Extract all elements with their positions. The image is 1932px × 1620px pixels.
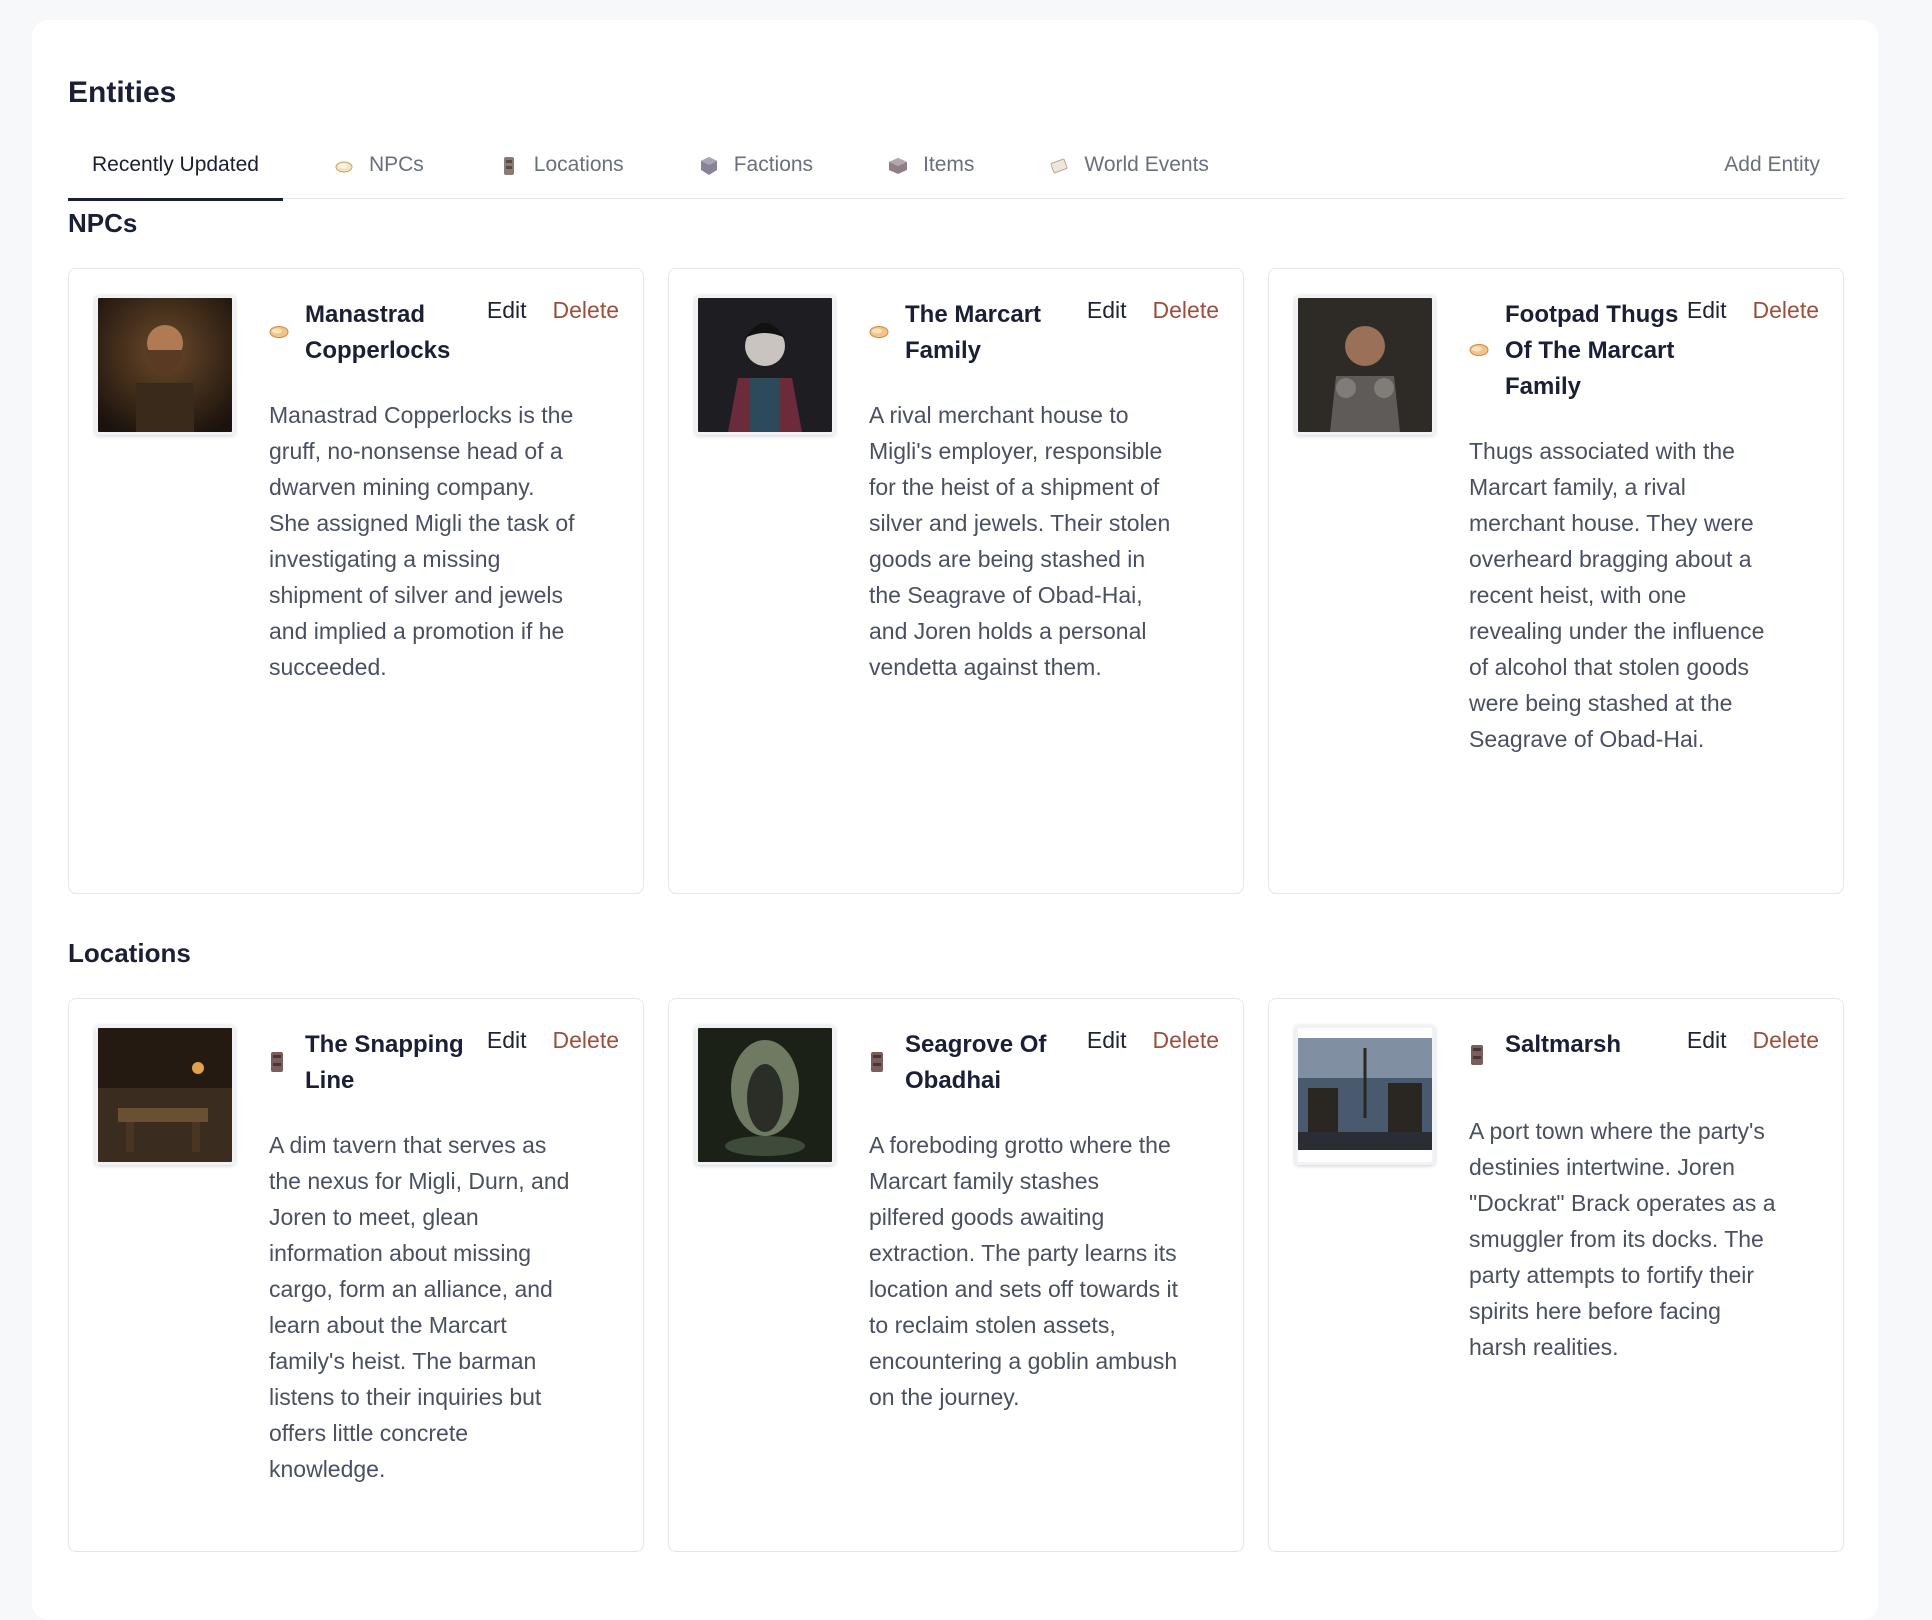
faction-icon	[698, 155, 720, 177]
tab-label: Factions	[733, 153, 814, 176]
tab-npcs[interactable]: NPCs	[309, 133, 448, 199]
entity-description: A port town where the party's destinies …	[1469, 1118, 1776, 1360]
tab-items[interactable]: Items	[863, 133, 998, 199]
location-icon	[869, 1051, 889, 1078]
tab-world-events[interactable]: World Events	[1024, 133, 1233, 199]
portrait-image	[1295, 295, 1435, 435]
tab-label: Locations	[533, 153, 624, 176]
tab-label: Items	[923, 153, 975, 176]
tab-label: NPCs	[368, 153, 424, 176]
edit-button[interactable]: Edit	[487, 1027, 527, 1054]
delete-button[interactable]: Delete	[1753, 297, 1819, 324]
npc-icon	[1469, 343, 1489, 362]
entity-tabs: Recently Updated NPCs Locations Factions…	[68, 133, 1844, 201]
portrait-image	[695, 295, 835, 435]
delete-button[interactable]: Delete	[553, 1027, 619, 1054]
entity-card: Seagrove Of Obadhai Edit Delete A forebo…	[668, 998, 1244, 1552]
entity-card: Saltmarsh Edit Delete A port town where …	[1268, 998, 1844, 1552]
item-icon	[887, 155, 909, 177]
entity-description: Manastrad Copperlocks is the gruff, no-n…	[269, 402, 575, 680]
entity-description: A dim tavern that serves as the nexus fo…	[269, 1132, 570, 1482]
tab-label: World Events	[1084, 153, 1209, 176]
delete-button[interactable]: Delete	[1153, 297, 1219, 324]
entity-name: The Marcart Family	[905, 301, 1042, 364]
entity-name: Manastrad Copperlocks	[305, 301, 451, 364]
edit-button[interactable]: Edit	[1687, 297, 1727, 324]
portrait-image	[95, 295, 235, 435]
entity-description: A rival merchant house to Migli's employ…	[869, 402, 1171, 680]
delete-button[interactable]: Delete	[1153, 1027, 1219, 1054]
section-title-npcs: NPCs	[68, 208, 138, 238]
npc-icon	[333, 155, 355, 177]
edit-button[interactable]: Edit	[1087, 1027, 1127, 1054]
location-icon	[269, 1051, 289, 1078]
entity-name: The Snapping Line	[305, 1031, 464, 1094]
entity-name: Saltmarsh	[1505, 1031, 1622, 1058]
world-event-icon	[1048, 155, 1070, 177]
tab-factions[interactable]: Factions	[674, 133, 837, 199]
location-cards: The Snapping Line Edit Delete A dim tave…	[68, 998, 1844, 1552]
delete-button[interactable]: Delete	[553, 297, 619, 324]
section-title-locations: Locations	[68, 938, 191, 968]
edit-button[interactable]: Edit	[1087, 297, 1127, 324]
location-icon	[498, 155, 520, 177]
entity-card: Footpad Thugs Of The Marcart Family Edit…	[1268, 268, 1844, 894]
portrait-image	[1295, 1025, 1435, 1165]
entity-name: Footpad Thugs Of The Marcart Family	[1505, 301, 1679, 400]
portrait-image	[695, 1025, 835, 1165]
npc-icon	[869, 325, 889, 344]
portrait-image	[95, 1025, 235, 1165]
npc-icon	[269, 325, 289, 344]
entity-card: The Snapping Line Edit Delete A dim tave…	[68, 998, 644, 1552]
tab-locations[interactable]: Locations	[474, 133, 648, 199]
entity-description: A foreboding grotto where the Marcart fa…	[869, 1132, 1178, 1410]
entity-name: Seagrove Of Obadhai	[905, 1031, 1047, 1094]
edit-button[interactable]: Edit	[1687, 1027, 1727, 1054]
npc-cards: Manastrad Copperlocks Edit Delete Manast…	[68, 268, 1844, 894]
entity-card: The Marcart Family Edit Delete A rival m…	[668, 268, 1244, 894]
entity-card: Manastrad Copperlocks Edit Delete Manast…	[68, 268, 644, 894]
location-icon	[1469, 1044, 1489, 1071]
delete-button[interactable]: Delete	[1753, 1027, 1819, 1054]
page-title: Entities	[68, 76, 177, 109]
entities-panel: Entities Recently Updated NPCs Locations…	[32, 20, 1878, 1620]
entity-description: Thugs associated with the Marcart family…	[1469, 438, 1765, 752]
tab-label: Recently Updated	[92, 153, 259, 176]
edit-button[interactable]: Edit	[487, 297, 527, 324]
tab-recently-updated[interactable]: Recently Updated	[68, 133, 283, 201]
add-entity-button[interactable]: Add Entity	[1700, 133, 1844, 199]
